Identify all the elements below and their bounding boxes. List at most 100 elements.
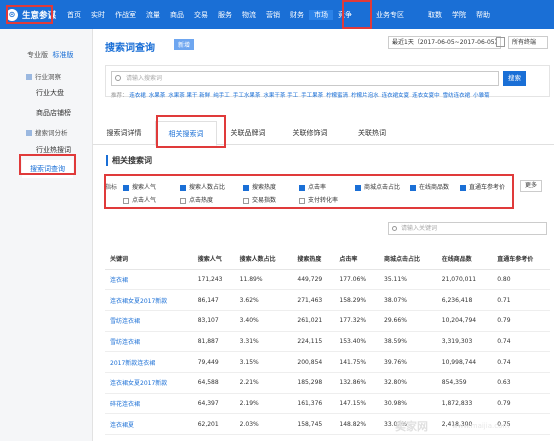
search-icon xyxy=(392,226,397,231)
nav-item[interactable]: 学院 xyxy=(447,10,471,20)
hot-word-link[interactable]: 手工水果茶 xyxy=(233,93,261,99)
table-cell: 3.31% xyxy=(234,331,293,353)
table-header-cell[interactable]: 直通车参考价 xyxy=(492,249,550,270)
table-cell: 64,397 xyxy=(192,393,235,415)
table-cell: 21,070,011 xyxy=(436,269,493,291)
keyword-link[interactable]: 碎花连衣裙 xyxy=(105,393,193,415)
search-input[interactable]: 请输入搜索词 xyxy=(111,71,499,86)
table-cell: 0.79 xyxy=(492,310,550,332)
table-header-cell[interactable]: 关键词 xyxy=(105,249,193,270)
table-cell: 0.71 xyxy=(492,289,550,311)
nav-item[interactable]: 首页 xyxy=(62,10,86,20)
highlight-sidebar-item xyxy=(19,154,76,175)
table-cell: 200,854 xyxy=(292,351,335,373)
keyword-link[interactable]: 连衣裙 xyxy=(105,269,193,291)
highlight-metrics xyxy=(104,174,514,209)
section-title: 相关搜索词 xyxy=(106,155,152,166)
table-cell: 171,243 xyxy=(192,269,235,291)
edition-toggle[interactable]: 专业版 标准版 xyxy=(27,50,73,60)
terminal-select[interactable]: 所有终端 xyxy=(508,36,548,49)
table-header-cell[interactable]: 点击率 xyxy=(334,249,380,270)
main-nav: 首页 实时 作战室 流量 商品 交易 服务 物流 营销 财务 市场 竞争 业务专区 取数 学院 帮助 xyxy=(62,0,495,29)
keyword-link[interactable]: 连衣裙女夏2017新款 xyxy=(105,372,193,394)
hot-word-link[interactable]: 连衣裙 xyxy=(129,93,146,99)
watermark-url: www.maijia.com xyxy=(452,422,510,430)
table-cell: 148.82% xyxy=(334,413,380,435)
nav-item[interactable]: 流量 xyxy=(141,10,165,20)
table-cell: 3.62% xyxy=(234,289,293,311)
hot-word-link[interactable]: 连衣裙女夏 xyxy=(382,93,410,99)
tab-item[interactable]: 搜索词详情 xyxy=(93,121,155,144)
more-button[interactable]: 更多 xyxy=(520,180,542,192)
nav-item[interactable]: 物流 xyxy=(237,10,261,20)
nav-item[interactable]: 财务 xyxy=(285,10,309,20)
hot-word-link[interactable]: 手工果茶 xyxy=(301,93,323,99)
nav-item[interactable]: 业务专区 xyxy=(371,10,409,20)
keyword-link[interactable]: 2017新款连衣裙 xyxy=(105,351,193,373)
sidebar-item-shop-rank[interactable]: 商品店铺榜 xyxy=(36,108,71,118)
table-cell: 10,204,794 xyxy=(436,310,493,332)
table-cell: 0.63 xyxy=(492,372,550,394)
nav-item[interactable]: 商品 xyxy=(165,10,189,20)
table-cell: 0.80 xyxy=(492,269,550,291)
sidebar-item-industry-overview[interactable]: 行业大盘 xyxy=(36,88,64,98)
nav-item[interactable]: 取数 xyxy=(423,10,447,20)
tab-item[interactable]: 关联热词 xyxy=(341,121,403,144)
table-header-cell[interactable]: 搜索热度 xyxy=(292,249,335,270)
nav-item[interactable]: 交易 xyxy=(189,10,213,20)
keyword-link[interactable]: 连衣裙女夏2017新款 xyxy=(105,289,193,311)
folder-icon xyxy=(26,130,32,136)
table-cell: 3,319,303 xyxy=(436,331,493,353)
table-cell: 32.80% xyxy=(379,372,437,394)
table-row: 雪纺连衣裙 83,107 3.40% 261,021 177.32% 29.66% 10,2… xyxy=(105,310,550,332)
search-button[interactable]: 搜索 xyxy=(503,71,526,86)
tab-item[interactable]: 关联品牌词 xyxy=(217,121,279,144)
edition-standard[interactable]: 标准版 xyxy=(52,51,73,59)
nav-item[interactable]: 市场 xyxy=(309,9,334,20)
nav-item[interactable]: 服务 xyxy=(213,10,237,20)
date-range-select[interactable]: 最近1天（2017-06-05~2017-06-05） xyxy=(388,36,501,49)
keyword-link[interactable]: 雪纺连衣裙 xyxy=(105,310,193,332)
nav-item[interactable]: 实时 xyxy=(86,10,110,20)
table-cell: 38.59% xyxy=(379,331,437,353)
hot-word-link[interactable]: 纯手工 xyxy=(213,93,230,99)
table-cell: 224,115 xyxy=(292,331,335,353)
table-cell: 177.32% xyxy=(334,310,380,332)
hot-word-link[interactable]: 连衣女夏中 xyxy=(412,93,440,99)
table-cell: 11.89% xyxy=(234,269,293,291)
table-row: 碎花连衣裙 64,397 2.19% 161,376 147.15% 30.98% 1,87… xyxy=(105,393,550,415)
nav-item[interactable]: 营销 xyxy=(261,10,285,20)
hot-word-link[interactable]: 雪纺连衣裙 xyxy=(443,93,471,99)
nav-item[interactable]: 帮助 xyxy=(471,10,495,20)
keyword-link[interactable]: 连衣裙夏 xyxy=(105,413,193,435)
table-header-cell[interactable]: 搜索人气 xyxy=(192,249,235,270)
search-icon xyxy=(115,75,121,81)
sidebar: 专业版 标准版 行业洞察 行业大盘 商品店铺榜 搜索词分析 行业热搜词 搜索词查… xyxy=(0,29,93,441)
tab-item[interactable]: 关联修饰词 xyxy=(279,121,341,144)
nav-item[interactable]: 作战室 xyxy=(110,10,141,20)
table-cell: 158,745 xyxy=(292,413,335,435)
table-header-cell[interactable]: 商城点击占比 xyxy=(379,249,437,270)
table-cell: 141.75% xyxy=(334,351,380,373)
hot-word-link[interactable]: 小雏菊 xyxy=(473,93,490,99)
hot-word-link[interactable]: 水果茶 果干 新鲜 xyxy=(168,93,210,99)
table-header-cell[interactable]: 搜索人数占比 xyxy=(234,249,293,270)
keyword-search-input[interactable]: 请输入关键词 xyxy=(388,222,547,235)
table-cell: 261,021 xyxy=(292,310,335,332)
table-cell: 38.07% xyxy=(379,289,437,311)
edition-pro[interactable]: 专业版 xyxy=(27,51,48,59)
hot-word-link[interactable]: 柠檬片泡水 xyxy=(351,93,379,99)
table-header-cell[interactable]: 在线商品数 xyxy=(436,249,493,270)
calendar-icon[interactable] xyxy=(496,37,505,47)
keyword-link[interactable]: 雪纺连衣裙 xyxy=(105,331,193,353)
hot-word-link[interactable]: 水果茶 xyxy=(149,93,166,99)
table-cell: 30.98% xyxy=(379,393,437,415)
page-title: 搜索词查询 xyxy=(105,43,155,54)
sidebar-group-search: 搜索词分析 xyxy=(26,127,68,137)
table-cell: 1,872,833 xyxy=(436,393,493,415)
hot-word-link[interactable]: 柠檬蜜清 xyxy=(326,93,348,99)
hot-word-link[interactable]: 水果干茶 手工 xyxy=(263,93,298,99)
table-cell: 39.76% xyxy=(379,351,437,373)
table-cell: 147.15% xyxy=(334,393,380,415)
table-cell: 62,201 xyxy=(192,413,235,435)
